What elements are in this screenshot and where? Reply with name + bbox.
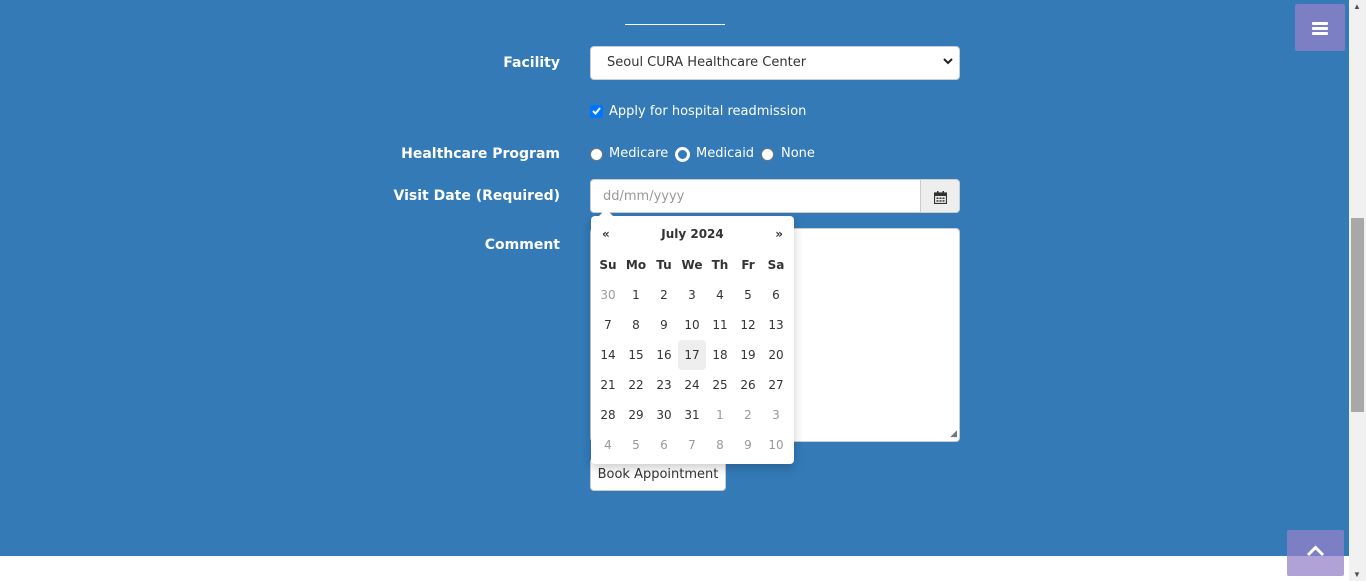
day-cell[interactable]: 12 <box>734 310 762 340</box>
scroll-up-icon[interactable]: ▲ <box>1353 2 1361 11</box>
day-cell-today[interactable]: 17 <box>678 340 706 370</box>
appointment-section: Facility Seoul CURA Healthcare Center Ap… <box>0 0 1349 556</box>
datepicker-month-switch[interactable]: July 2024 <box>591 227 794 241</box>
day-cell[interactable]: 29 <box>622 400 650 430</box>
chevron-down-icon <box>943 54 953 68</box>
radio-medicare-label[interactable]: Medicare <box>609 146 668 161</box>
day-cell[interactable]: 20 <box>762 340 790 370</box>
day-cell[interactable]: 10 <box>678 310 706 340</box>
day-cell-new[interactable]: 6 <box>650 430 678 460</box>
page-scrollbar[interactable]: ▲ ▼ <box>1349 0 1366 581</box>
day-cell[interactable]: 31 <box>678 400 706 430</box>
day-cell[interactable]: 27 <box>762 370 790 400</box>
day-cell[interactable]: 25 <box>706 370 734 400</box>
radio-medicaid-label[interactable]: Medicaid <box>696 146 754 161</box>
day-cell[interactable]: 26 <box>734 370 762 400</box>
datepicker-weekday-row: Su Mo Tu We Th Fr Sa <box>594 250 790 280</box>
datepicker-pointer <box>599 209 613 216</box>
day-cell[interactable]: 18 <box>706 340 734 370</box>
day-cell[interactable]: 1 <box>622 280 650 310</box>
day-cell-new[interactable]: 3 <box>762 400 790 430</box>
day-cell[interactable]: 6 <box>762 280 790 310</box>
datepicker-prev-button[interactable]: « <box>602 227 610 241</box>
visit-date-input[interactable]: dd/mm/yyyy <box>590 179 921 213</box>
hamburger-icon-bar <box>1312 22 1328 25</box>
day-cell-new[interactable]: 8 <box>706 430 734 460</box>
readmission-label[interactable]: Apply for hospital readmission <box>609 104 806 119</box>
day-cell[interactable]: 23 <box>650 370 678 400</box>
readmission-checkbox[interactable] <box>590 105 603 118</box>
day-cell[interactable]: 4 <box>706 280 734 310</box>
hamburger-icon-bar <box>1312 32 1328 35</box>
day-cell-new[interactable]: 2 <box>734 400 762 430</box>
menu-toggle-button[interactable] <box>1295 4 1345 51</box>
back-to-top-button[interactable] <box>1287 530 1344 576</box>
datepicker-week-row: 28 29 30 31 1 2 3 <box>594 400 790 430</box>
visit-date-placeholder: dd/mm/yyyy <box>603 189 685 204</box>
datepicker-week-row: 4 5 6 7 8 9 10 <box>594 430 790 460</box>
calendar-button[interactable] <box>920 179 960 213</box>
datepicker-popup: July 2024 « » Su Mo Tu We Th Fr Sa 30 1 <box>591 209 794 464</box>
datepicker-week-row: 30 1 2 3 4 5 6 <box>594 280 790 310</box>
day-cell-new[interactable]: 10 <box>762 430 790 460</box>
datepicker-header: July 2024 « » <box>591 227 794 243</box>
calendar-icon <box>933 190 947 204</box>
day-cell[interactable]: 8 <box>622 310 650 340</box>
datepicker-days-table: Su Mo Tu We Th Fr Sa 30 1 2 3 4 5 6 7 8 … <box>594 250 790 460</box>
day-cell[interactable]: 5 <box>734 280 762 310</box>
check-icon <box>592 107 601 115</box>
hamburger-icon-bar <box>1312 27 1328 30</box>
day-cell[interactable]: 15 <box>622 340 650 370</box>
day-cell[interactable]: 19 <box>734 340 762 370</box>
day-cell[interactable]: 9 <box>650 310 678 340</box>
chevron-up-icon <box>1306 545 1325 557</box>
scroll-down-icon[interactable]: ▼ <box>1353 570 1361 579</box>
day-cell[interactable]: 22 <box>622 370 650 400</box>
day-cell[interactable]: 11 <box>706 310 734 340</box>
facility-select[interactable]: Seoul CURA Healthcare Center <box>590 46 960 80</box>
datepicker-week-row: 7 8 9 10 11 12 13 <box>594 310 790 340</box>
day-cell-new[interactable]: 9 <box>734 430 762 460</box>
datepicker-week-row: 14 15 16 17 18 19 20 <box>594 340 790 370</box>
radio-medicaid[interactable] <box>676 148 689 161</box>
day-cell-new[interactable]: 4 <box>594 430 622 460</box>
day-cell[interactable]: 24 <box>678 370 706 400</box>
scrollbar-thumb[interactable] <box>1351 218 1364 412</box>
day-cell-old[interactable]: 30 <box>594 280 622 310</box>
day-cell-new[interactable]: 1 <box>706 400 734 430</box>
weekday-header: Fr <box>741 258 755 272</box>
weekday-header: Sa <box>767 258 785 272</box>
weekday-header: Su <box>599 258 617 272</box>
visit-date-label: Visit Date (Required) <box>393 188 561 204</box>
title-divider <box>625 24 725 25</box>
radio-medicare[interactable] <box>590 148 603 161</box>
day-cell-new[interactable]: 7 <box>678 430 706 460</box>
radio-none-label[interactable]: None <box>781 146 815 161</box>
comment-label: Comment <box>484 237 560 253</box>
weekday-header: Th <box>711 258 729 272</box>
day-cell[interactable]: 2 <box>650 280 678 310</box>
day-cell[interactable]: 3 <box>678 280 706 310</box>
weekday-header: We <box>681 258 703 272</box>
day-cell[interactable]: 7 <box>594 310 622 340</box>
day-cell[interactable]: 13 <box>762 310 790 340</box>
day-cell-new[interactable]: 5 <box>622 430 650 460</box>
day-cell[interactable]: 30 <box>650 400 678 430</box>
datepicker-next-button[interactable]: » <box>775 227 783 241</box>
datepicker-week-row: 21 22 23 24 25 26 27 <box>594 370 790 400</box>
day-cell[interactable]: 16 <box>650 340 678 370</box>
facility-label: Facility <box>503 55 560 71</box>
day-cell[interactable]: 14 <box>594 340 622 370</box>
resize-grip-icon[interactable]: ◢ <box>950 428 957 439</box>
program-label: Healthcare Program <box>401 146 560 162</box>
day-cell[interactable]: 21 <box>594 370 622 400</box>
day-cell[interactable]: 28 <box>594 400 622 430</box>
weekday-header: Mo <box>625 258 647 272</box>
radio-none[interactable] <box>761 148 774 161</box>
facility-selected-value: Seoul CURA Healthcare Center <box>607 55 807 70</box>
weekday-header: Tu <box>656 258 672 272</box>
